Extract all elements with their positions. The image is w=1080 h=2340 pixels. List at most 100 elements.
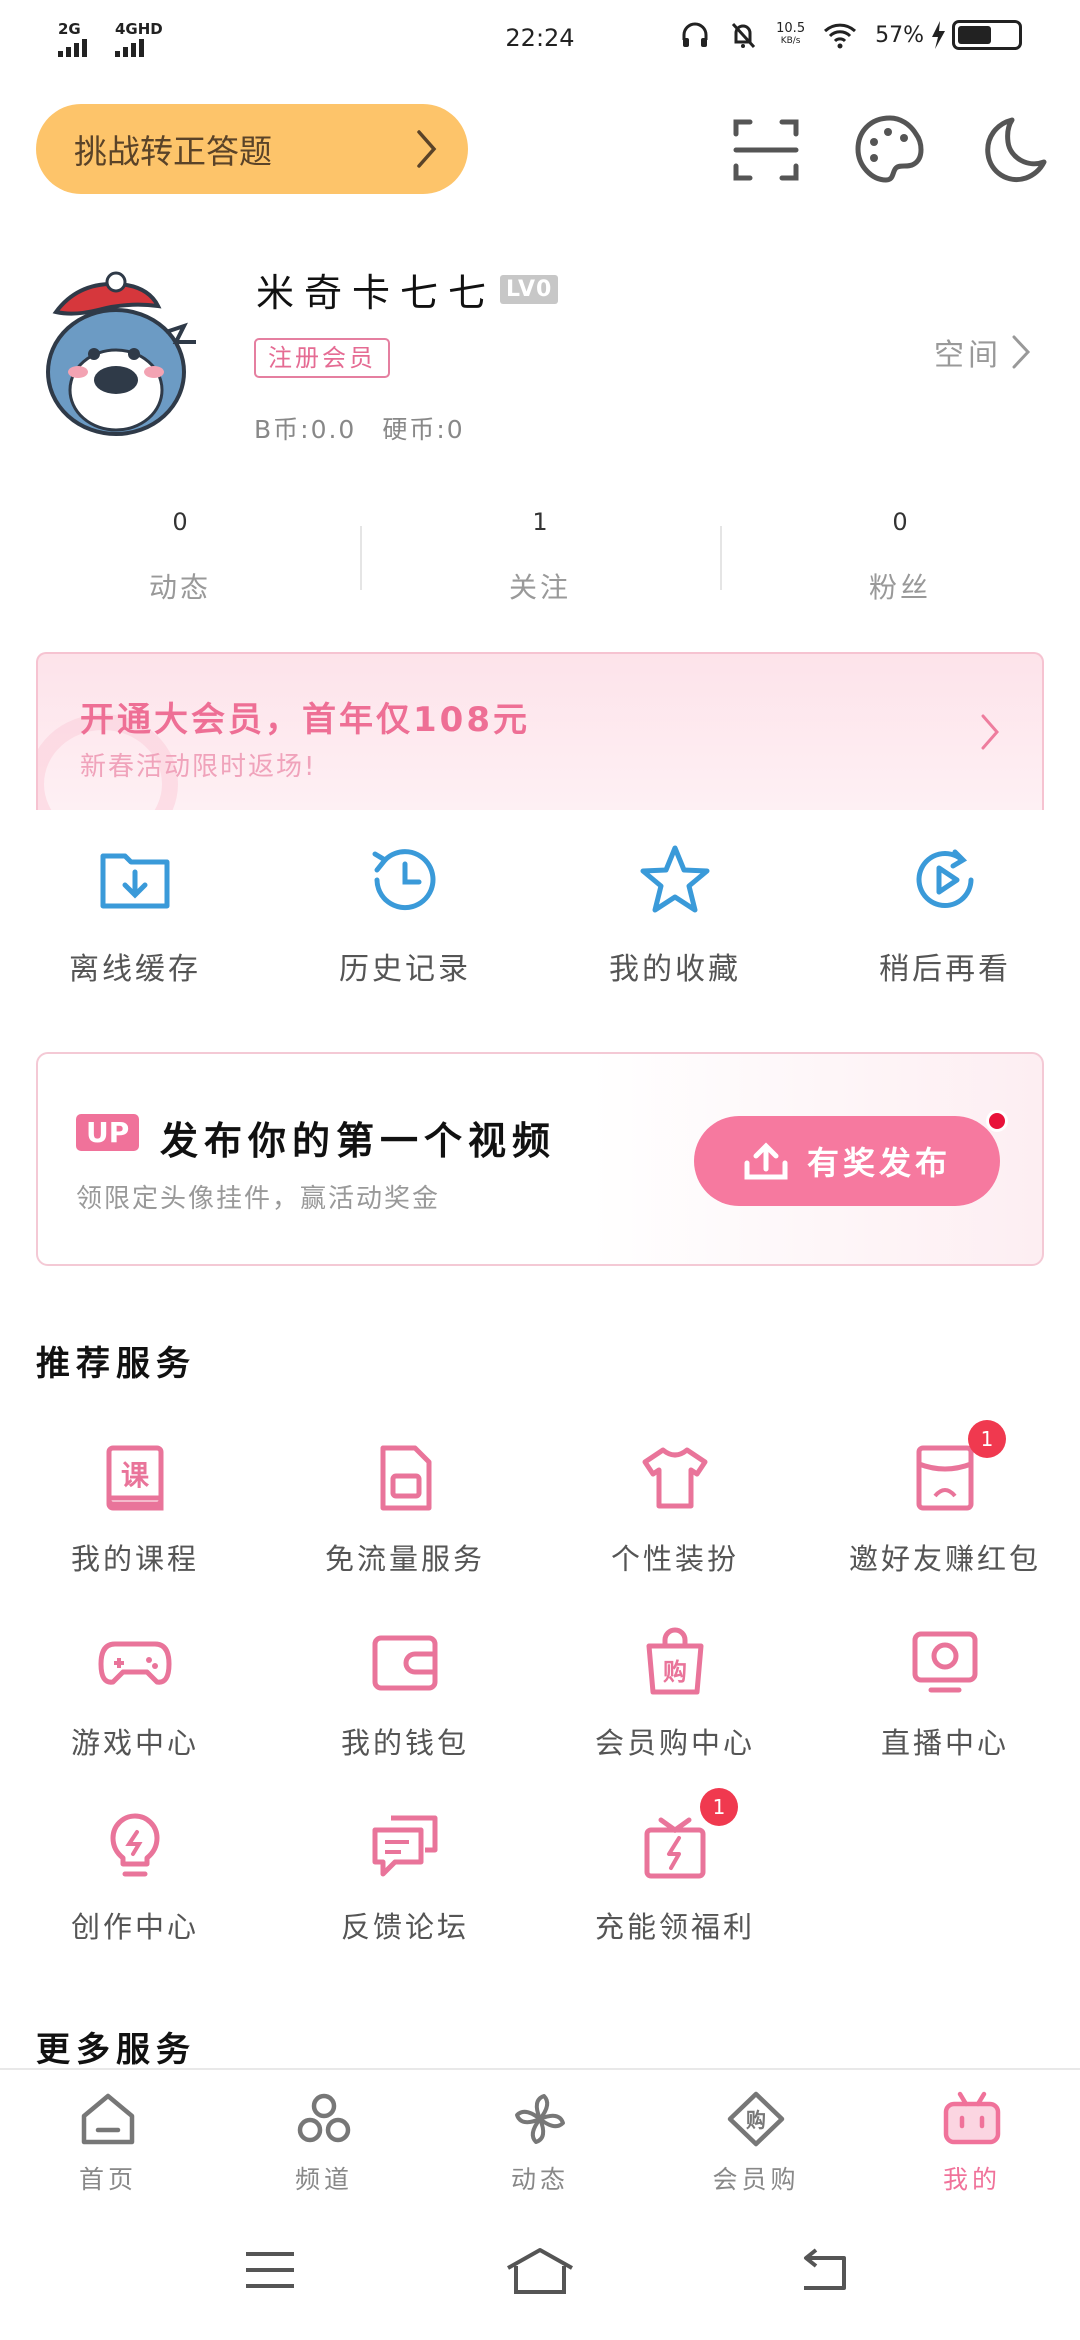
space-link[interactable]: 空间: [934, 330, 1032, 374]
nav-vip-shop[interactable]: 购 会员购: [648, 2070, 864, 2208]
service-live-center[interactable]: 直播中心: [810, 1624, 1080, 1762]
star-icon: [640, 845, 710, 913]
section-title-more: 更多服务: [36, 2030, 196, 2070]
vip-shop-icon: 购: [727, 2091, 785, 2147]
up-title: 发布你的第一个视频: [160, 1119, 557, 1163]
service-invite-friends[interactable]: 邀好友赚红包 1: [810, 1420, 1080, 1578]
vip-subtitle: 新春活动限时返场!: [80, 752, 317, 782]
quick-label: 我的收藏: [609, 952, 741, 987]
stats-row: 0 动态 1 关注 0 粉丝: [0, 508, 1080, 618]
nav-label: 频道: [294, 2165, 353, 2194]
back-icon[interactable]: [794, 2246, 850, 2294]
watch-later-icon: [916, 849, 974, 908]
battery-indicator: 57%: [875, 20, 1022, 50]
publish-button[interactable]: 有奖发布: [694, 1110, 1008, 1206]
home-system-icon[interactable]: [504, 2246, 576, 2298]
stat-following[interactable]: 1 关注: [360, 508, 720, 618]
avatar[interactable]: [38, 262, 208, 442]
service-wallet[interactable]: 我的钱包: [270, 1624, 540, 1762]
service-game-center[interactable]: 游戏中心: [0, 1624, 270, 1762]
quick-label: 历史记录: [339, 952, 471, 987]
service-energy-rewards[interactable]: 充能领福利 1: [540, 1788, 810, 1946]
nav-home[interactable]: 首页: [0, 2070, 216, 2208]
service-label: 创作中心: [70, 1910, 199, 1944]
course-book-icon: 课: [106, 1445, 164, 1511]
quick-watch-later[interactable]: 稍后再看: [810, 840, 1080, 988]
quick-history[interactable]: 历史记录: [270, 840, 540, 988]
service-creator-center[interactable]: 创作中心: [0, 1808, 270, 1946]
upload-icon: [744, 1142, 788, 1180]
moon-icon[interactable]: [976, 112, 1052, 188]
up-subtitle: 领限定头像挂件，赢活动奖金: [76, 1184, 441, 1214]
history-clock-icon: [372, 849, 436, 911]
nav-label: 动态: [510, 2165, 569, 2194]
service-dressup[interactable]: 个性装扮: [540, 1440, 810, 1578]
chat-bubbles-icon: [372, 1815, 438, 1877]
quick-label: 稍后再看: [879, 952, 1011, 987]
mute-bell-icon: [732, 22, 756, 49]
course-icon-text: 课: [121, 1459, 150, 1492]
download-folder-icon: [100, 853, 170, 909]
red-envelope-icon: [916, 1445, 974, 1511]
stat-label: 粉丝: [868, 571, 931, 604]
pinwheel-icon: [515, 2094, 565, 2144]
vip-shop-icon-text: 购: [746, 2108, 766, 2132]
stat-label: 动态: [148, 571, 211, 604]
challenge-button[interactable]: 挑战转正答题: [36, 104, 468, 194]
nav-label: 会员购: [712, 2165, 800, 2194]
vip-title: 开通大会员，首年仅108元: [80, 700, 530, 740]
channel-icon: [297, 2093, 351, 2143]
scan-icon[interactable]: [728, 112, 804, 188]
level-badge: LV0: [500, 275, 559, 304]
gift-box-icon: [644, 1817, 706, 1879]
stat-value: 0: [172, 508, 188, 536]
nav-label: 首页: [78, 2165, 137, 2194]
palette-icon[interactable]: [852, 112, 928, 188]
gamepad-icon: [98, 1641, 172, 1685]
notification-badge: 1: [968, 1420, 1006, 1458]
home-icon: [81, 2093, 135, 2145]
battery-fill: [958, 26, 992, 44]
shopping-bag-icon: 购: [646, 1627, 704, 1695]
quick-label: 离线缓存: [69, 952, 201, 987]
member-tag[interactable]: 注册会员: [254, 338, 390, 378]
username-text: 米奇卡七七: [256, 271, 497, 315]
menu-icon[interactable]: [242, 2246, 298, 2294]
service-label: 充能领福利: [594, 1910, 755, 1944]
b-coin-balance: B币:0.0: [254, 415, 357, 444]
stat-value: 0: [892, 508, 908, 536]
service-data-free[interactable]: 免流量服务: [270, 1440, 540, 1578]
quick-favorites[interactable]: 我的收藏: [540, 840, 810, 988]
status-bar: 2G 4GHD 22:24 10.5 KB/s 57%: [0, 0, 1080, 84]
challenge-label: 挑战转正答题: [74, 132, 272, 171]
wifi-icon: [824, 23, 857, 49]
nav-mine[interactable]: 我的: [864, 2070, 1080, 2208]
service-feedback-forum[interactable]: 反馈论坛: [270, 1808, 540, 1946]
headphones-icon: [682, 22, 708, 47]
service-vip-shop-center[interactable]: 购 会员购中心: [540, 1624, 810, 1762]
sim-card-icon: [380, 1445, 432, 1511]
stat-followers[interactable]: 0 粉丝: [720, 508, 1080, 618]
up-badge: UP: [76, 1114, 140, 1151]
nav-channel[interactable]: 频道: [216, 2070, 432, 2208]
vip-banner[interactable]: 开通大会员，首年仅108元 新春活动限时返场!: [36, 652, 1044, 810]
notification-badge: 1: [700, 1788, 738, 1826]
coin-balance: B币:0.0 硬币:0: [254, 410, 465, 446]
service-label: 游戏中心: [70, 1726, 199, 1760]
quick-offline-cache[interactable]: 离线缓存: [0, 840, 270, 988]
live-tv-icon: [912, 1631, 978, 1693]
service-label: 我的钱包: [340, 1726, 469, 1760]
lightbulb-icon: [110, 1813, 160, 1877]
username[interactable]: 米奇卡七七 LV0: [256, 262, 559, 317]
publish-label: 有奖发布: [806, 1144, 951, 1182]
service-label: 会员购中心: [594, 1726, 755, 1760]
service-my-course[interactable]: 课 我的课程: [0, 1440, 270, 1578]
nav-dynamics[interactable]: 动态: [432, 2070, 648, 2208]
service-label: 免流量服务: [324, 1542, 485, 1576]
stat-value: 1: [532, 508, 548, 536]
up-card[interactable]: UP 发布你的第一个视频 领限定头像挂件，赢活动奖金 有奖发布: [36, 1052, 1044, 1266]
service-label: 我的课程: [70, 1542, 199, 1576]
service-label: 个性装扮: [610, 1542, 739, 1576]
service-label: 反馈论坛: [340, 1910, 469, 1944]
stat-dynamics[interactable]: 0 动态: [0, 508, 360, 618]
